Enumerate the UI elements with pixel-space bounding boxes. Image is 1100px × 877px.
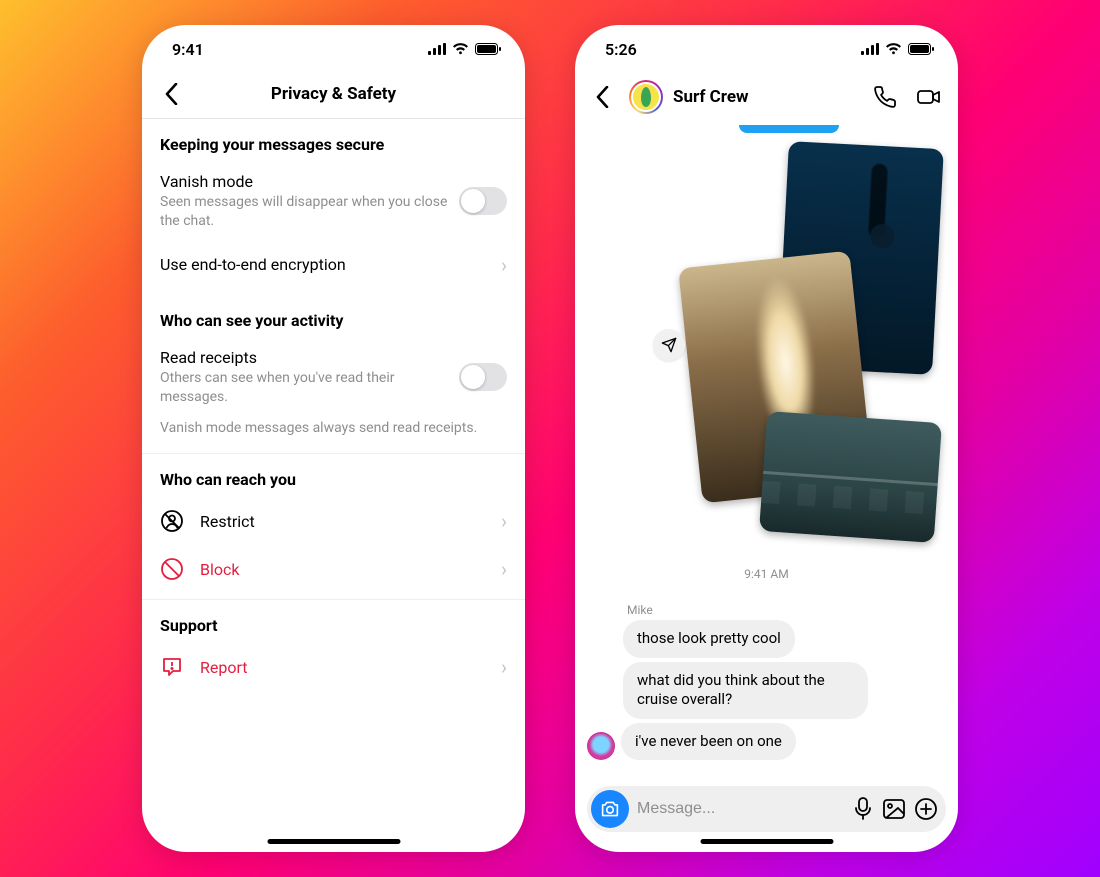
chevron-left-icon — [596, 86, 609, 108]
vanish-mode-toggle[interactable] — [459, 187, 507, 215]
mic-button[interactable] — [852, 794, 874, 824]
message-row: what did you think about the cruise over… — [587, 662, 946, 719]
phone-privacy-settings: 9:41 Privacy & Safety Keeping your messa… — [142, 25, 525, 852]
message-input[interactable] — [637, 800, 844, 818]
read-receipts-note: Vanish mode messages always send read re… — [142, 419, 525, 454]
row-label: Report — [200, 658, 485, 677]
settings-list: Keeping your messages secure Vanish mode… — [142, 119, 525, 852]
chat-content: 9:41 AM Mike those look pretty cool what… — [575, 125, 958, 852]
row-label: Restrict — [200, 512, 485, 531]
section-header-activity: Who can see your activity — [142, 289, 525, 338]
block-icon — [160, 557, 184, 581]
report-icon — [160, 655, 184, 679]
home-indicator — [700, 839, 833, 844]
cellular-icon — [861, 43, 879, 55]
row-e2ee[interactable]: Use end-to-end encryption › — [142, 243, 525, 289]
row-block[interactable]: Block › — [142, 545, 525, 593]
message-list: Mike those look pretty cool what did you… — [575, 603, 958, 764]
wifi-icon — [452, 43, 469, 55]
photo-pool[interactable] — [759, 411, 942, 543]
section-header-reach: Who can reach you — [142, 454, 525, 497]
camera-icon — [600, 800, 620, 818]
section-header-secure: Keeping your messages secure — [142, 119, 525, 162]
row-vanish-mode[interactable]: Vanish mode Seen messages will disappear… — [142, 162, 525, 243]
forward-button[interactable] — [653, 329, 685, 361]
row-title: Use end-to-end encryption — [160, 255, 501, 274]
add-button[interactable] — [914, 794, 938, 824]
video-icon — [916, 85, 942, 109]
status-time: 5:26 — [605, 40, 637, 59]
message-row: those look pretty cool — [587, 620, 946, 658]
chat-avatar[interactable] — [629, 80, 663, 114]
row-report[interactable]: Report › — [142, 643, 525, 691]
unread-pill — [739, 125, 839, 133]
section-header-support: Support — [142, 600, 525, 643]
gallery-button[interactable] — [882, 794, 906, 824]
message-bubble[interactable]: i've never been on one — [621, 723, 796, 761]
page-title: Privacy & Safety — [142, 84, 525, 104]
sender-name: Mike — [627, 603, 946, 617]
message-bubble[interactable]: what did you think about the cruise over… — [623, 662, 868, 719]
chat-timestamp: 9:41 AM — [575, 567, 958, 581]
chevron-right-icon: › — [501, 557, 507, 581]
cellular-icon — [428, 43, 446, 55]
battery-icon — [475, 43, 501, 55]
status-indicators — [861, 43, 934, 55]
plus-circle-icon — [914, 797, 938, 821]
row-restrict[interactable]: Restrict › — [142, 497, 525, 545]
sender-avatar[interactable] — [587, 732, 615, 760]
mic-icon — [852, 797, 874, 821]
message-row: i've never been on one — [587, 723, 946, 761]
chevron-right-icon: › — [501, 655, 507, 679]
row-title: Read receipts — [160, 348, 451, 367]
home-indicator — [267, 839, 400, 844]
back-button[interactable] — [585, 80, 619, 114]
message-composer — [587, 786, 946, 832]
status-indicators — [428, 43, 501, 55]
chat-title[interactable]: Surf Crew — [673, 87, 858, 107]
battery-icon — [908, 43, 934, 55]
chevron-right-icon: › — [501, 253, 507, 277]
read-receipts-toggle[interactable] — [459, 363, 507, 391]
nav-bar: Privacy & Safety — [142, 69, 525, 119]
surfboard-icon — [639, 86, 653, 108]
audio-call-button[interactable] — [868, 80, 902, 114]
chevron-right-icon: › — [501, 509, 507, 533]
row-label: Block — [200, 560, 485, 579]
video-call-button[interactable] — [912, 80, 946, 114]
restrict-icon — [160, 509, 184, 533]
chat-nav-bar: Surf Crew — [575, 69, 958, 125]
share-icon — [661, 337, 677, 353]
row-title: Vanish mode — [160, 172, 451, 191]
status-bar: 5:26 — [575, 25, 958, 69]
row-subtitle: Others can see when you've read their me… — [160, 369, 451, 407]
row-read-receipts[interactable]: Read receipts Others can see when you've… — [142, 338, 525, 419]
phone-icon — [873, 85, 897, 109]
camera-button[interactable] — [591, 790, 629, 828]
wifi-icon — [885, 43, 902, 55]
status-bar: 9:41 — [142, 25, 525, 69]
phone-chat: 5:26 Surf Crew — [575, 25, 958, 852]
message-bubble[interactable]: those look pretty cool — [623, 620, 795, 658]
row-subtitle: Seen messages will disappear when you cl… — [160, 193, 451, 231]
sent-photo-collage[interactable] — [670, 145, 940, 540]
image-icon — [882, 798, 906, 820]
status-time: 9:41 — [172, 40, 204, 59]
